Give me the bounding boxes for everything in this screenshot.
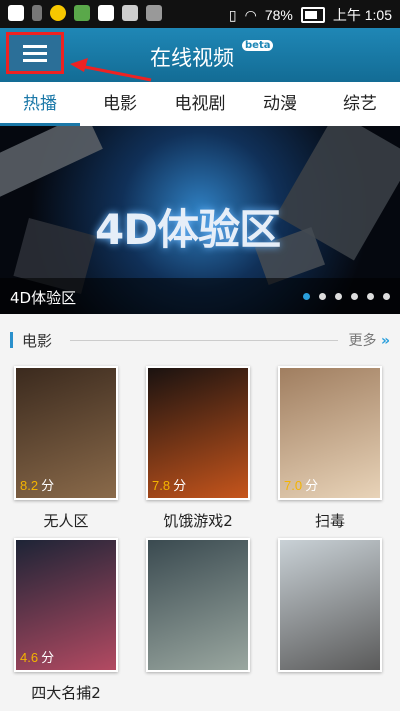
section-title: 电影 bbox=[22, 332, 53, 350]
page-title: 在线视频 bbox=[150, 46, 234, 70]
clock: 上午 1:05 bbox=[332, 7, 392, 23]
app2-icon bbox=[74, 5, 90, 21]
carousel-dot[interactable] bbox=[319, 293, 326, 300]
movie-rating: 8.2 分 bbox=[20, 478, 55, 493]
tab-anime[interactable]: 动漫 bbox=[240, 82, 320, 126]
movie-rating: 7.0 分 bbox=[284, 478, 319, 493]
movie-rating: 7.8 分 bbox=[152, 478, 187, 493]
app-icon bbox=[50, 5, 66, 21]
movie-rating bbox=[152, 651, 155, 666]
menu-button[interactable] bbox=[6, 32, 64, 74]
movie-poster bbox=[278, 538, 382, 672]
movie-card[interactable]: 7.0 分 扫毒 bbox=[278, 366, 382, 531]
movies-section: 电影 更多 » 8.2 分 无人区 7.8 分 饥饿游戏2 7.0 分 扫毒 4.6 分… bbox=[0, 314, 400, 711]
carousel-indicator bbox=[303, 293, 390, 300]
back-icon bbox=[8, 5, 24, 21]
movie-rating bbox=[284, 651, 287, 666]
battery-icon bbox=[300, 7, 325, 23]
movie-card[interactable]: 4.6 分 四大名捕2 bbox=[14, 538, 118, 703]
shield-icon bbox=[98, 5, 114, 21]
carousel-dot[interactable] bbox=[383, 293, 390, 300]
movie-poster: 4.6 分 bbox=[14, 538, 118, 672]
movie-card[interactable]: 8.2 分 无人区 bbox=[14, 366, 118, 531]
movie-title: 四大名捕2 bbox=[31, 684, 101, 702]
banner-shard bbox=[0, 126, 103, 200]
more-link[interactable]: 更多 » bbox=[349, 330, 391, 350]
mail-icon bbox=[122, 5, 138, 21]
tab-tv-series[interactable]: 电视剧 bbox=[160, 82, 240, 126]
section-accent bbox=[10, 332, 13, 348]
carousel-dot[interactable] bbox=[303, 293, 310, 300]
status-bar: ▯ ◠ 78% 上午 1:05 bbox=[0, 0, 400, 28]
movie-card[interactable] bbox=[146, 538, 250, 682]
movie-card[interactable] bbox=[278, 538, 382, 682]
banner-caption: 4D体验区 bbox=[10, 289, 77, 307]
movie-title: 饥饿游戏2 bbox=[163, 512, 233, 530]
movie-rating: 4.6 分 bbox=[20, 650, 55, 665]
movie-poster: 8.2 分 bbox=[14, 366, 118, 500]
double-chevron-icon: » bbox=[380, 333, 390, 349]
battery-level: 78% bbox=[264, 7, 293, 23]
carousel-dot[interactable] bbox=[335, 293, 342, 300]
movie-poster: 7.0 分 bbox=[278, 366, 382, 500]
carousel-dot[interactable] bbox=[351, 293, 358, 300]
tab-movies[interactable]: 电影 bbox=[80, 82, 160, 126]
carousel-dot[interactable] bbox=[367, 293, 374, 300]
movie-card[interactable]: 7.8 分 饥饿游戏2 bbox=[146, 366, 250, 531]
divider bbox=[70, 340, 338, 341]
image-icon bbox=[146, 5, 162, 21]
movie-poster bbox=[146, 538, 250, 672]
beta-badge: beta bbox=[242, 40, 274, 51]
banner-caption-bar: 4D体验区 bbox=[0, 278, 400, 314]
category-tabs: 热播 电影 电视剧 动漫 综艺 bbox=[0, 82, 400, 127]
vibrate-icon: ▯ bbox=[228, 6, 237, 23]
app-bar: 在线视频 beta bbox=[0, 28, 400, 82]
section-header: 电影 更多 » bbox=[10, 330, 390, 350]
featured-banner[interactable]: 4D体验区 4D体验区 bbox=[0, 126, 400, 314]
usb-icon bbox=[32, 5, 42, 21]
movie-title: 扫毒 bbox=[314, 512, 345, 530]
movie-poster: 7.8 分 bbox=[146, 366, 250, 500]
more-label: 更多 bbox=[348, 333, 377, 349]
hamburger-icon bbox=[23, 41, 47, 66]
tab-hot[interactable]: 热播 bbox=[0, 82, 80, 126]
wifi-icon: ◠ bbox=[244, 6, 257, 23]
tab-variety[interactable]: 综艺 bbox=[320, 82, 400, 126]
movie-title: 无人区 bbox=[43, 512, 89, 530]
banner-headline: 4D体验区 bbox=[95, 205, 281, 254]
